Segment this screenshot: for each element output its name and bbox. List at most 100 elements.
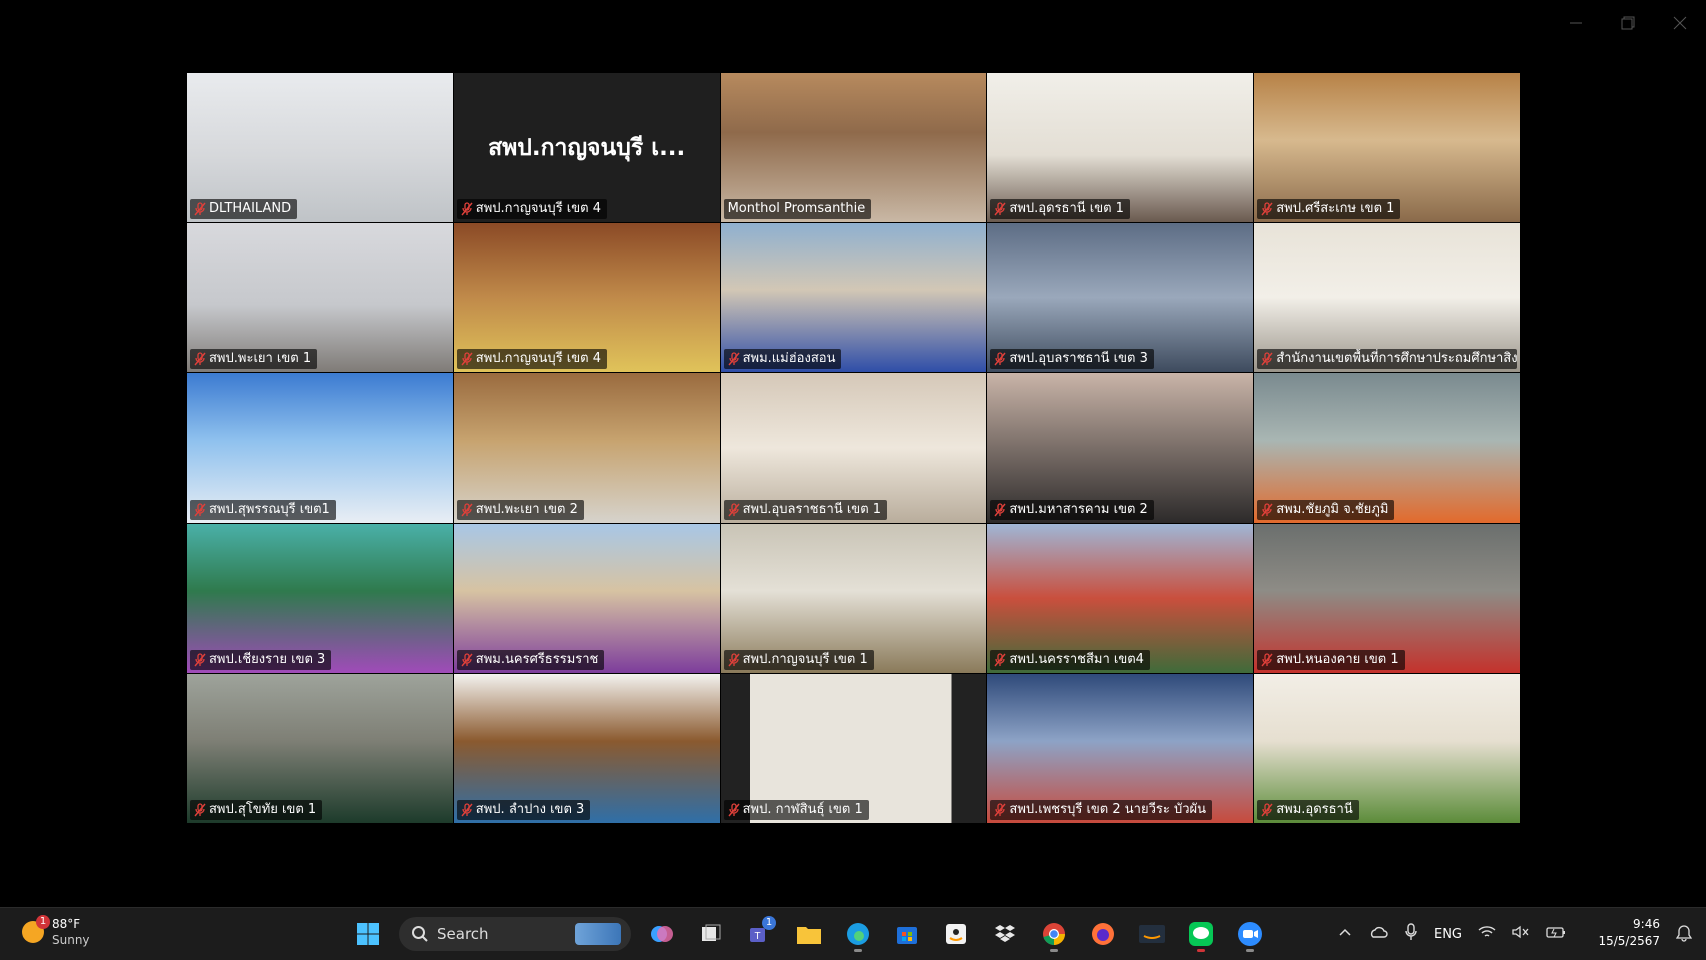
participant-tile[interactable]: สพป.พะเยา เขต 1 — [187, 223, 453, 373]
minimize-button[interactable] — [1550, 0, 1602, 46]
muted-mic-icon — [461, 352, 473, 366]
participant-label: สพป.มหาสารคาม เขต 2 — [990, 499, 1154, 520]
firefox-icon — [1092, 923, 1114, 945]
notification-bell-icon[interactable] — [1675, 924, 1693, 946]
taskbar: 1 88°F Sunny Search T 1 ENG 9:46 15/5/25… — [0, 907, 1706, 960]
participant-tile[interactable]: สพป. ลำปาง เขต 3 — [453, 673, 720, 823]
participant-name: สพป.สุโขทัย เขต 1 — [209, 801, 317, 817]
participant-name: สพป.กาญจนบุรี เขต 4 — [475, 351, 601, 367]
participant-tile[interactable]: สพป.กาญจนบุรี เขต 4 — [453, 223, 720, 373]
restore-button[interactable] — [1602, 0, 1654, 46]
edge-icon — [847, 923, 869, 945]
participant-name: สพป.เพชรบุรี เขต 2 นายวีระ บัวผัน — [1009, 801, 1207, 817]
participant-tile[interactable]: สพม.นครศรีธรรมราช — [453, 523, 720, 673]
participant-label: สพป.เชียงราย เขต 3 — [190, 649, 332, 670]
participant-tile[interactable]: สพม.อุดรธานี — [1254, 673, 1520, 823]
volume-muted-icon[interactable] — [1512, 925, 1530, 943]
participant-label: สพป.เพชรบุรี เขต 2 นายวีระ บัวผัน — [990, 799, 1213, 820]
participant-name: สพป. กาฬสินธุ์ เขต 1 — [742, 801, 863, 817]
copilot-app[interactable] — [644, 916, 680, 952]
participant-name: สพป. ลำปาง เขต 3 — [475, 801, 585, 817]
participant-tile[interactable]: สพป.เชียงราย เขต 3 — [187, 523, 453, 673]
file-explorer-app[interactable] — [791, 916, 827, 952]
dropbox-app[interactable] — [987, 916, 1023, 952]
store-app[interactable] — [889, 916, 925, 952]
amazon-icon — [946, 924, 966, 944]
participant-tile[interactable]: สำนักงานเขตพื้นที่การศึกษาประถมศึกษาสิง.… — [1254, 223, 1520, 373]
running-indicator — [1197, 949, 1205, 952]
taskbar-search[interactable]: Search — [399, 917, 631, 951]
microphone-icon[interactable] — [1404, 923, 1418, 945]
participant-tile[interactable]: สพป.กาญจนบุรี เขต 1 — [720, 523, 987, 673]
muted-mic-icon — [194, 803, 206, 817]
participant-tile[interactable]: สพป.สุพรรณบุรี เขต1 — [187, 373, 453, 523]
participant-label: สพป.กาญจนบุรี เขต 4 — [456, 199, 607, 220]
line-app[interactable] — [1183, 916, 1219, 952]
participant-name: สพม.ชัยภูมิ จ.ชัยภูมิ — [1276, 501, 1389, 517]
running-indicator — [1050, 949, 1058, 952]
search-icon — [412, 926, 428, 942]
participant-tile[interactable]: สพม.แม่ฮ่องสอน — [720, 223, 987, 373]
amazon-shop-icon — [1139, 925, 1165, 943]
participant-tile[interactable]: Monthol Promsanthie — [720, 73, 987, 223]
weather-widget[interactable]: 1 88°F Sunny — [22, 915, 90, 948]
participant-name: สพป.เชียงราย เขต 3 — [209, 651, 326, 667]
amazon-shop-app[interactable] — [1134, 916, 1170, 952]
participant-name: สพม.แม่ฮ่องสอน — [742, 351, 836, 367]
participant-label: DLTHAILAND — [190, 199, 298, 220]
wifi-icon[interactable] — [1478, 925, 1496, 943]
participant-tile[interactable]: DLTHAILAND — [187, 73, 453, 223]
participant-tile[interactable]: สพป.อุบลราชธานี เขต 3 — [987, 223, 1254, 373]
participant-tile[interactable]: สพป. กาฬสินธุ์ เขต 1 — [720, 673, 987, 823]
participant-name: สพป.อุดรธานี เขต 1 — [1009, 201, 1124, 217]
participant-name: สพป.ศรีสะเกษ เขต 1 — [1276, 201, 1395, 217]
teams-app[interactable]: T 1 — [742, 916, 778, 952]
task-view-app[interactable] — [693, 916, 729, 952]
chrome-icon — [1043, 923, 1065, 945]
sun-icon: 1 — [22, 915, 50, 943]
battery-icon[interactable] — [1546, 925, 1566, 943]
participant-tile[interactable]: สพป.อุดรธานี เขต 1 — [987, 73, 1254, 223]
participant-tile[interactable]: สพป.สุโขทัย เขต 1 — [187, 673, 453, 823]
edge-app[interactable] — [840, 916, 876, 952]
participant-name: สพม.นครศรีธรรมราช — [475, 651, 599, 667]
participant-name: สพป.มหาสารคาม เขต 2 — [1009, 501, 1148, 517]
amazon-app[interactable] — [938, 916, 974, 952]
muted-mic-icon — [994, 352, 1006, 366]
chrome-app[interactable] — [1036, 916, 1072, 952]
time: 9:46 — [1633, 917, 1660, 931]
participant-name: สพป.หนองคาย เขต 1 — [1276, 651, 1399, 667]
participant-label: สพป.สุโขทัย เขต 1 — [190, 799, 323, 820]
participant-name: สพป.พะเยา เขต 1 — [209, 351, 312, 367]
participant-tile[interactable]: สพป.กาญจนบุรี เ... สพป.กาญจนบุรี เขต 4 — [453, 73, 720, 223]
start-button[interactable] — [350, 916, 386, 952]
clock[interactable]: 9:46 15/5/2567 — [1598, 916, 1660, 950]
participant-name: สพป.กาญจนบุรี เขต 4 — [475, 201, 601, 217]
svg-text:T: T — [754, 931, 760, 942]
participant-label: สพป.นครราชสีมา เขต4 — [990, 649, 1150, 670]
participant-tile[interactable]: สพป.เพชรบุรี เขต 2 นายวีระ บัวผัน — [987, 673, 1254, 823]
onedrive-icon[interactable] — [1368, 925, 1388, 943]
muted-mic-icon — [994, 803, 1006, 817]
running-indicator — [854, 949, 862, 952]
participant-tile[interactable]: สพป.หนองคาย เขต 1 — [1254, 523, 1520, 673]
participant-tile[interactable]: สพป.อุบลราชธานี เขต 1 — [720, 373, 987, 523]
weather-badge: 1 — [36, 915, 50, 929]
close-button[interactable] — [1654, 0, 1706, 46]
zoom-app[interactable] — [1232, 916, 1268, 952]
participant-name: สพป.สุพรรณบุรี เขต1 — [209, 501, 330, 517]
participant-label: สพป.อุบลราชธานี เขต 3 — [990, 349, 1154, 370]
participant-tile[interactable]: สพป.พะเยา เขต 2 — [453, 373, 720, 523]
language-indicator[interactable]: ENG — [1434, 927, 1462, 942]
firefox-app[interactable] — [1085, 916, 1121, 952]
window-controls — [1550, 0, 1706, 46]
participant-tile[interactable]: สพป.นครราชสีมา เขต4 — [987, 523, 1254, 673]
participant-tile[interactable]: สพป.มหาสารคาม เขต 2 — [987, 373, 1254, 523]
participant-label: สำนักงานเขตพื้นที่การศึกษาประถมศึกษาสิง.… — [1257, 349, 1518, 370]
participant-tile[interactable]: สพป.ศรีสะเกษ เขต 1 — [1254, 73, 1520, 223]
participant-label: สพม.ชัยภูมิ จ.ชัยภูมิ — [1257, 499, 1395, 520]
muted-mic-icon — [461, 803, 473, 817]
chevron-up-icon[interactable] — [1338, 925, 1352, 943]
restore-icon — [1621, 16, 1635, 30]
participant-tile[interactable]: สพม.ชัยภูมิ จ.ชัยภูมิ — [1254, 373, 1520, 523]
